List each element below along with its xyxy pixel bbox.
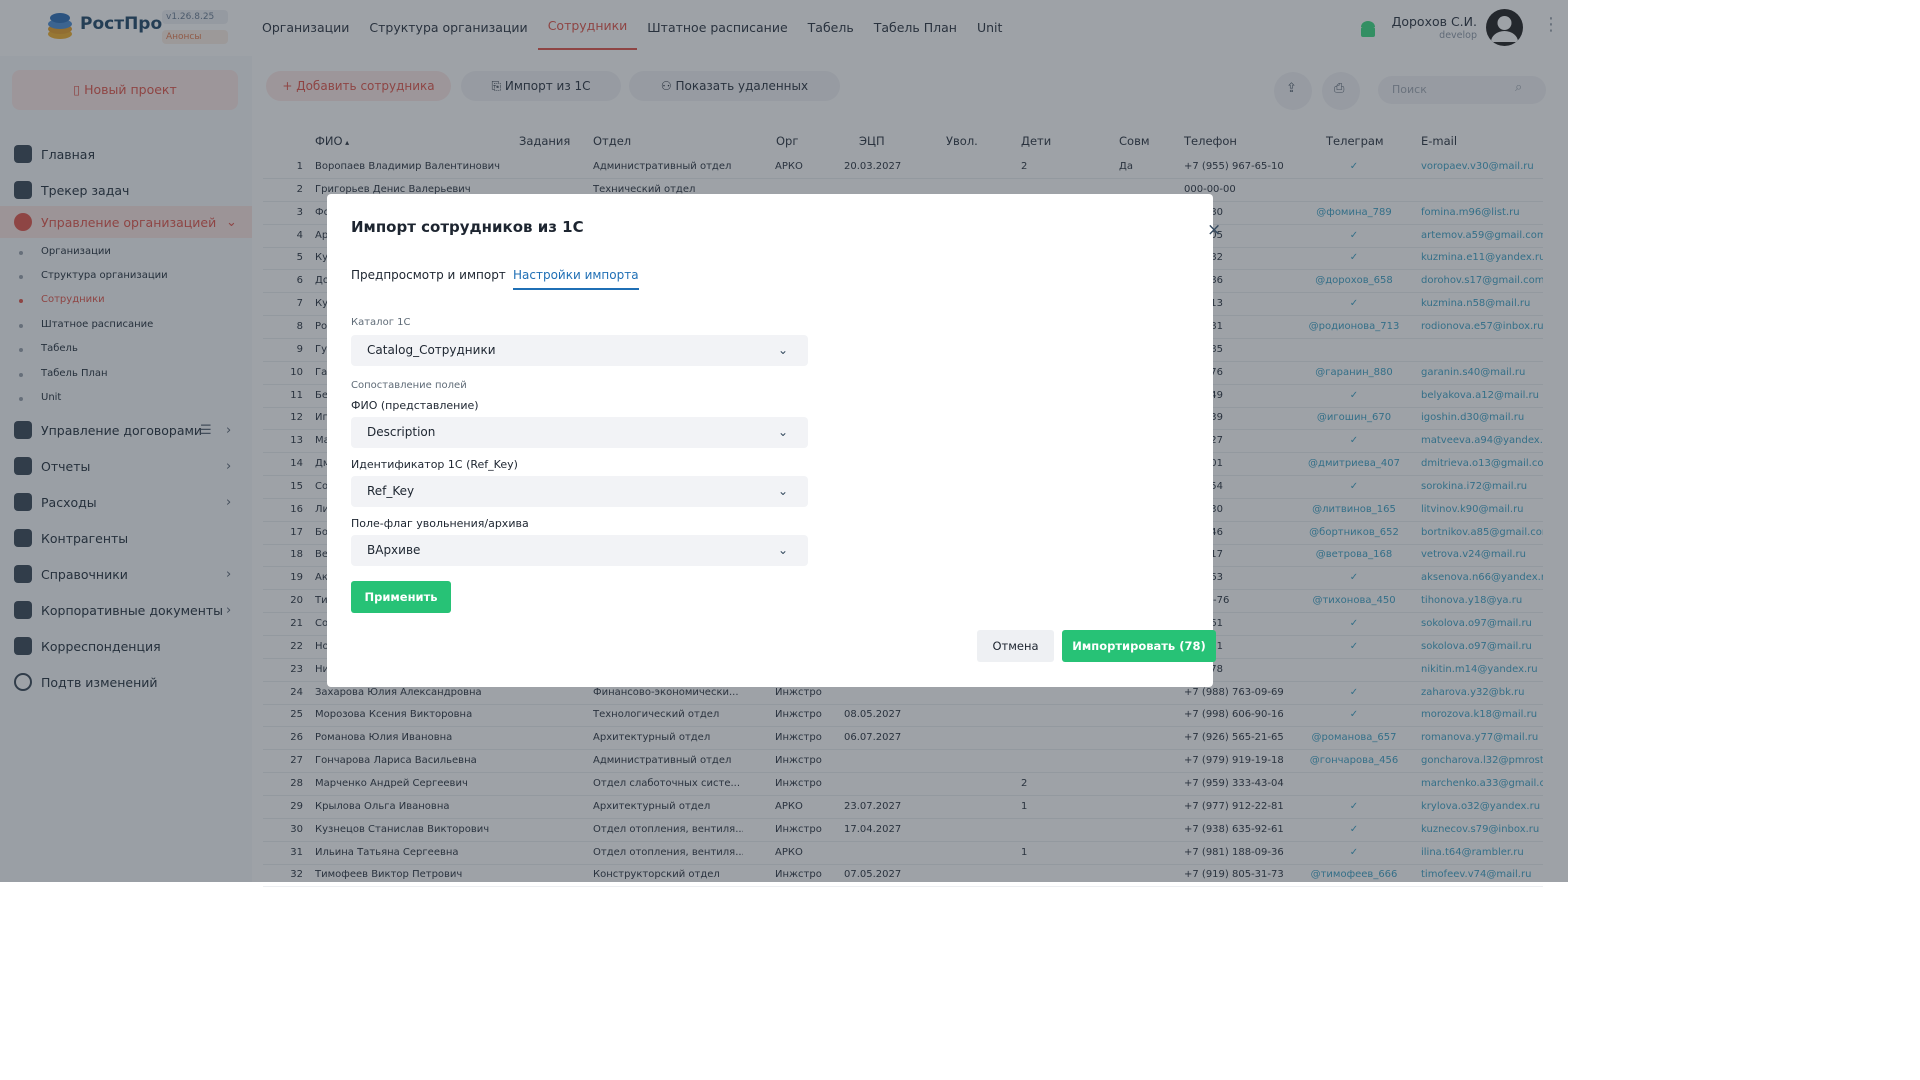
chevron-down-icon: ⌄ xyxy=(778,343,789,357)
import-modal: Импорт сотрудников из 1С × Предпросмотр … xyxy=(327,194,1221,687)
fio-field-label: ФИО (представление) xyxy=(351,399,479,412)
id-value: Ref_Key xyxy=(367,484,415,498)
id-select[interactable]: Ref_Key ⌄ xyxy=(351,476,808,507)
chevron-down-icon: ⌄ xyxy=(778,543,789,557)
apply-button[interactable]: Применить xyxy=(351,581,451,613)
catalog-value: Catalog_Сотрудники xyxy=(367,343,496,357)
tab-preview-import[interactable]: Предпросмотр и импорт xyxy=(351,268,506,282)
close-icon[interactable]: × xyxy=(1207,220,1221,240)
chevron-down-icon: ⌄ xyxy=(778,484,789,498)
fio-select[interactable]: Description ⌄ xyxy=(351,417,808,448)
id-field-label: Идентификатор 1С (Ref_Key) xyxy=(351,458,518,471)
archive-flag-label: Поле-флаг увольнения/архива xyxy=(351,517,529,530)
archive-flag-select[interactable]: ВАрхиве ⌄ xyxy=(351,535,808,566)
mapping-label: Сопоставление полей xyxy=(351,380,467,391)
catalog-label: Каталог 1С xyxy=(351,317,411,328)
modal-title: Импорт сотрудников из 1С xyxy=(351,218,584,236)
fio-value: Description xyxy=(367,425,436,439)
import-button[interactable]: Импортировать (78) xyxy=(1062,630,1216,662)
archive-flag-value: ВАрхиве xyxy=(367,543,421,557)
cancel-button[interactable]: Отмена xyxy=(977,630,1054,662)
chevron-down-icon: ⌄ xyxy=(778,425,789,439)
tab-import-settings[interactable]: Настройки импорта xyxy=(513,268,639,290)
catalog-select[interactable]: Catalog_Сотрудники ⌄ xyxy=(351,335,808,366)
